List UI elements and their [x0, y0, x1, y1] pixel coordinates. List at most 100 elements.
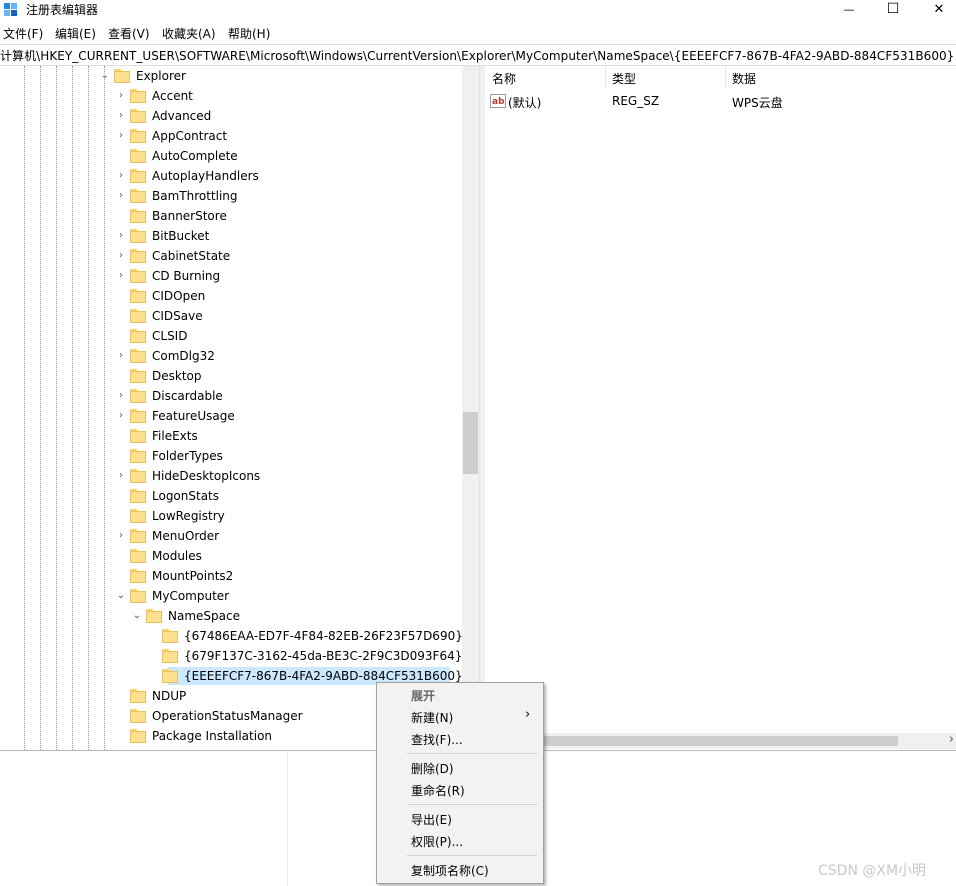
tree-node[interactable]: ComDlg32 — [152, 346, 215, 366]
expand-chevron-icon[interactable]: › — [116, 111, 126, 121]
expand-chevron-icon[interactable]: › — [116, 171, 126, 181]
menu-file[interactable]: 文件(F) — [3, 25, 43, 42]
column-separator[interactable] — [725, 66, 726, 88]
tree-node[interactable]: MyComputer — [152, 586, 229, 606]
tree-node[interactable]: CLSID — [152, 326, 187, 346]
tree-node-guid[interactable]: {67486EAA-ED7F-4F84-82EB-26F23F57D690} — [184, 626, 462, 646]
tree-node[interactable]: AppContract — [152, 126, 227, 146]
tree-node[interactable]: HideDesktopIcons — [152, 466, 260, 486]
folder-icon — [162, 649, 178, 663]
menu-favorites[interactable]: 收藏夹(A) — [162, 25, 216, 42]
submenu-arrow-icon: › — [525, 707, 531, 722]
tree-node-namespace[interactable]: NameSpace — [168, 606, 240, 626]
key-tree[interactable]: ⌄ Explorer › Accent › Advanced › AppContract Aut… — [0, 66, 462, 750]
expand-chevron-icon[interactable]: › — [116, 531, 126, 541]
value-data: WPS云盘 — [732, 96, 783, 110]
regedit-app-icon — [4, 3, 17, 16]
ab-string-icon: ab — [490, 94, 506, 108]
tree-node[interactable]: Discardable — [152, 386, 223, 406]
tree-guide-line — [24, 66, 25, 750]
tree-node[interactable]: CIDOpen — [152, 286, 205, 306]
column-header-data[interactable]: 数据 — [732, 70, 756, 87]
tree-node[interactable]: CabinetState — [152, 246, 230, 266]
column-header-name[interactable]: 名称 — [492, 70, 516, 87]
ctx-export[interactable]: 导出(E) — [411, 811, 452, 828]
collapse-chevron-icon[interactable]: ⌄ — [100, 71, 110, 81]
ctx-new[interactable]: 新建(N) — [411, 709, 453, 726]
folder-icon — [130, 549, 146, 563]
ctx-rename[interactable]: 重命名(R) — [411, 782, 465, 799]
tree-node[interactable]: NDUP — [152, 686, 186, 706]
tree-node[interactable]: FeatureUsage — [152, 406, 235, 426]
expand-chevron-icon[interactable]: › — [116, 471, 126, 481]
tree-node[interactable]: Modules — [152, 546, 202, 566]
tree-node[interactable]: LowRegistry — [152, 506, 225, 526]
svg-text:ab: ab — [492, 97, 505, 107]
expand-chevron-icon[interactable]: › — [116, 391, 126, 401]
address-bar[interactable]: 计算机\HKEY_CURRENT_USER\SOFTWARE\Microsoft… — [0, 44, 956, 66]
expand-chevron-icon[interactable]: › — [116, 131, 126, 141]
menu-view[interactable]: 查看(V) — [108, 25, 150, 42]
tree-node[interactable]: Desktop — [152, 366, 202, 386]
tree-node[interactable]: CD Burning — [152, 266, 220, 286]
tree-vertical-scrollbar[interactable] — [462, 66, 479, 750]
tree-node[interactable]: FolderTypes — [152, 446, 223, 466]
collapse-chevron-icon[interactable]: ⌄ — [116, 591, 126, 601]
expand-chevron-icon[interactable]: › — [116, 191, 126, 201]
folder-icon — [130, 409, 146, 423]
expand-chevron-icon[interactable]: › — [116, 251, 126, 261]
column-header-type[interactable]: 类型 — [612, 70, 636, 87]
tree-node[interactable]: Accent — [152, 86, 193, 106]
tree-node-explorer[interactable]: Explorer — [136, 66, 186, 86]
tree-node[interactable]: Package Installation — [152, 726, 272, 746]
minimize-button[interactable]: — — [826, 0, 872, 18]
tree-node[interactable]: AutoplayHandlers — [152, 166, 259, 186]
menu-help[interactable]: 帮助(H) — [228, 25, 270, 42]
tree-node[interactable]: BannerStore — [152, 206, 227, 226]
ctx-separator — [407, 804, 537, 805]
tree-node[interactable]: BitBucket — [152, 226, 209, 246]
ctx-permissions[interactable]: 权限(P)... — [411, 833, 463, 850]
expand-chevron-icon[interactable]: › — [116, 411, 126, 421]
watermark: CSDN @XM小明 — [818, 863, 927, 879]
tree-node[interactable]: AutoComplete — [152, 146, 238, 166]
tree-scroll-thumb[interactable] — [463, 412, 478, 474]
menu-edit[interactable]: 编辑(E) — [55, 25, 96, 42]
close-button[interactable]: ✕ — [916, 0, 956, 18]
values-pane[interactable]: 名称 类型 数据 ab (默认) REG_SZ WPS云盘 — [485, 66, 956, 750]
tree-node[interactable]: FileExts — [152, 426, 198, 446]
ctx-find[interactable]: 查找(F)... — [411, 731, 463, 748]
scroll-right-icon[interactable]: › — [949, 732, 954, 747]
background-divider — [287, 751, 288, 886]
tree-node[interactable]: Advanced — [152, 106, 211, 126]
tree-node[interactable]: MountPoints2 — [152, 566, 233, 586]
expand-chevron-icon[interactable]: › — [116, 271, 126, 281]
expand-chevron-icon[interactable]: › — [116, 351, 126, 361]
tree-node[interactable]: OperationStatusManager — [152, 706, 303, 726]
column-separator[interactable] — [605, 66, 606, 88]
maximize-icon: ☐ — [886, 1, 900, 17]
maximize-button[interactable]: ☐ — [870, 0, 916, 18]
ctx-copy-key-name[interactable]: 复制项名称(C) — [411, 862, 489, 879]
folder-icon — [146, 609, 162, 623]
address-path[interactable]: 计算机\HKEY_CURRENT_USER\SOFTWARE\Microsoft… — [0, 47, 954, 64]
folder-icon — [130, 489, 146, 503]
tree-node[interactable]: BamThrottling — [152, 186, 238, 206]
folder-icon — [130, 509, 146, 523]
expand-chevron-icon[interactable]: › — [116, 231, 126, 241]
tree-node[interactable]: CIDSave — [152, 306, 203, 326]
folder-icon — [130, 689, 146, 703]
folder-icon — [130, 109, 146, 123]
tree-node[interactable]: LogonStats — [152, 486, 219, 506]
tree-node[interactable]: MenuOrder — [152, 526, 219, 546]
expand-chevron-icon[interactable]: › — [116, 91, 126, 101]
folder-icon — [130, 269, 146, 283]
folder-icon — [130, 589, 146, 603]
collapse-chevron-icon[interactable]: ⌄ — [132, 611, 142, 621]
values-horizontal-scrollbar[interactable]: › — [485, 732, 956, 749]
ctx-delete[interactable]: 删除(D) — [411, 760, 454, 777]
values-scroll-thumb[interactable] — [485, 736, 898, 746]
tree-node-guid[interactable]: {679F137C-3162-45da-BE3C-2F9C3D093F64} — [184, 646, 462, 666]
ctx-expand[interactable]: 展开 — [411, 687, 435, 704]
value-name: (默认) — [508, 96, 542, 110]
